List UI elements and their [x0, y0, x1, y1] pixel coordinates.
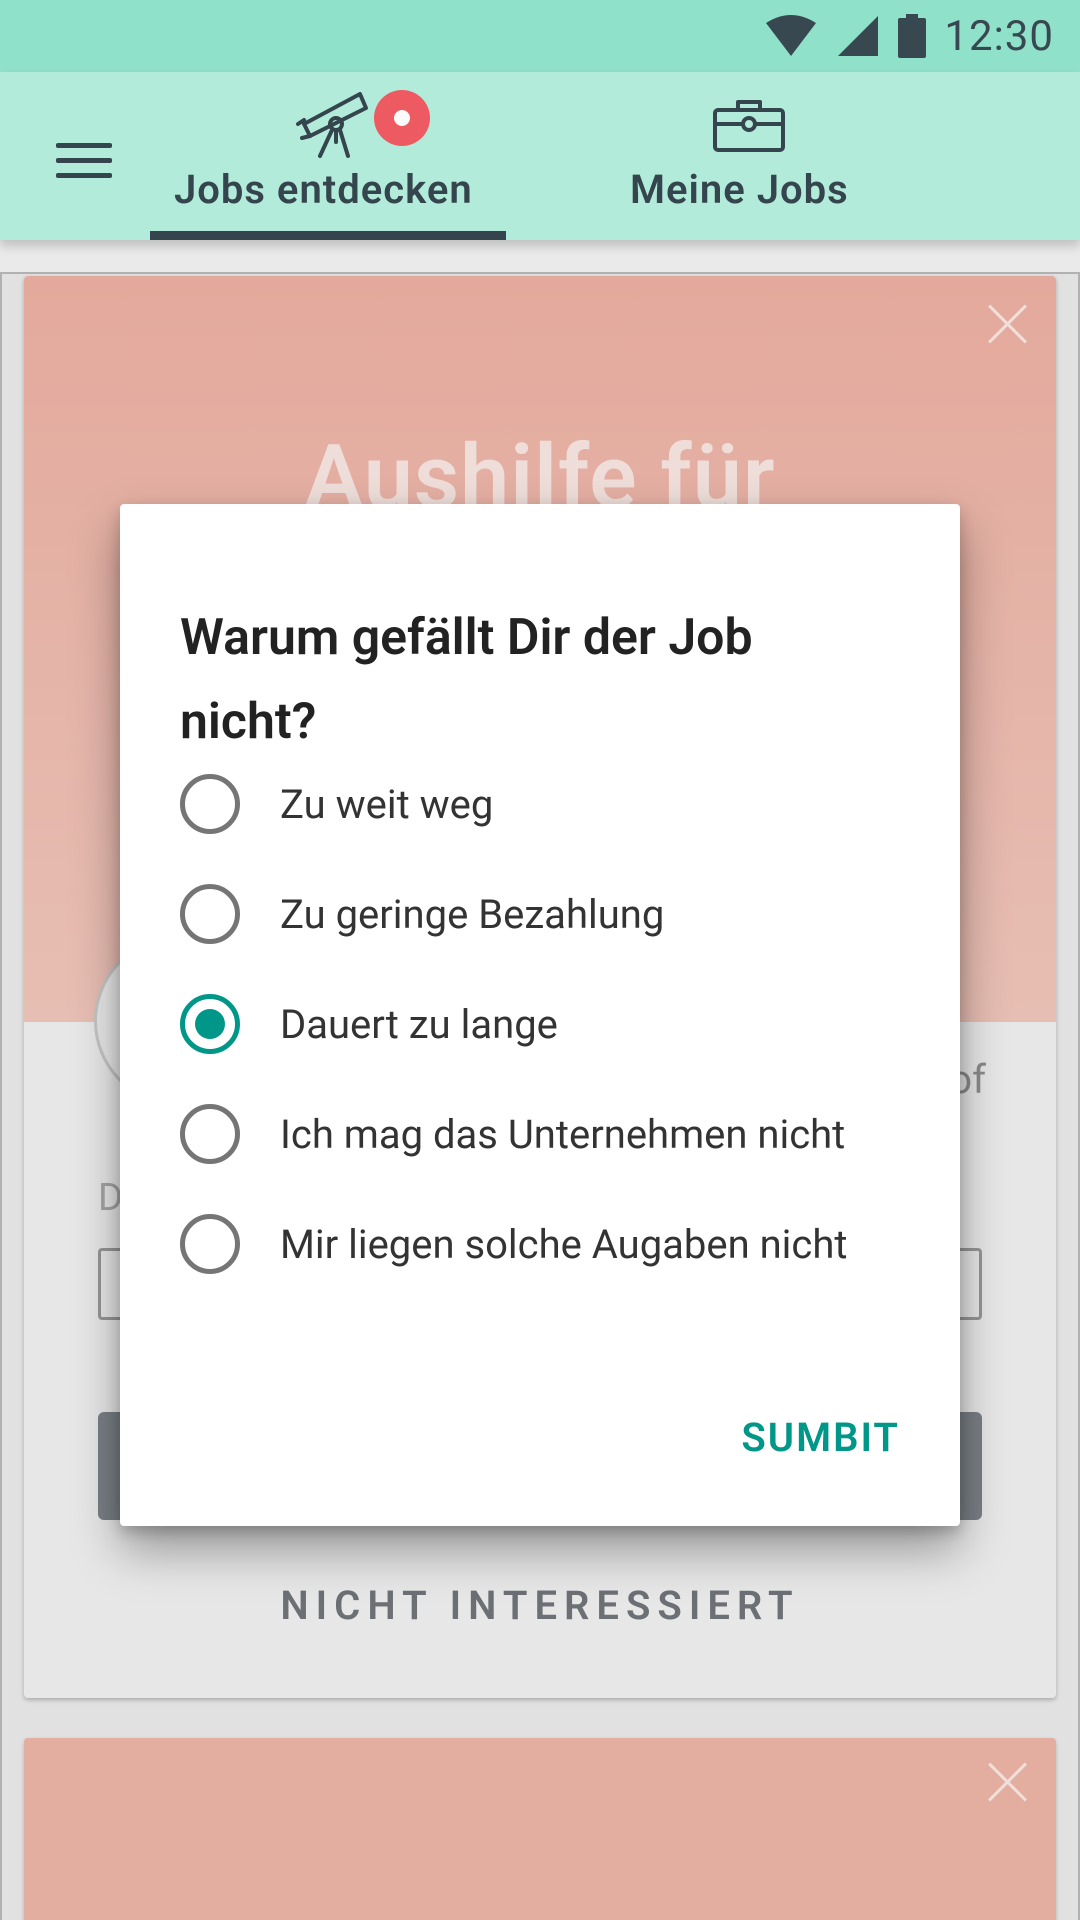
radio-option-zu-weit-weg[interactable]: Zu weit weg	[180, 759, 920, 849]
radio-option-label: Ich mag das Unternehmen nicht	[280, 1110, 846, 1158]
app-screen: 12:30 Jobs entdecken Meine Jobs Aushilfe…	[0, 0, 1080, 1920]
radio-option-dauert-zu-lange[interactable]: Dauert zu lange	[180, 979, 920, 1069]
radio-option-label: Dauert zu lange	[280, 1000, 558, 1048]
radio-option-label: Zu weit weg	[280, 780, 494, 828]
radio-option-unternehmen[interactable]: Ich mag das Unternehmen nicht	[180, 1089, 920, 1179]
radio-option-aufgaben[interactable]: Mir liegen solche Augaben nicht	[180, 1199, 920, 1289]
dialog-title: Warum gefällt Dir der Job nicht?	[180, 609, 753, 751]
radio-button-checked[interactable]	[180, 994, 240, 1054]
radio-button[interactable]	[180, 1214, 240, 1274]
feedback-dialog: Warum gefällt Dir der Job nicht? Zu weit…	[120, 504, 960, 1526]
radio-button[interactable]	[180, 1104, 240, 1164]
radio-option-zu-geringe-bezahlung[interactable]: Zu geringe Bezahlung	[180, 869, 920, 959]
radio-button[interactable]	[180, 884, 240, 944]
radio-button[interactable]	[180, 774, 240, 834]
submit-button[interactable]: SUMBIT	[741, 1404, 900, 1471]
radio-option-label: Zu geringe Bezahlung	[280, 890, 665, 938]
radio-option-label: Mir liegen solche Augaben nicht	[280, 1220, 848, 1268]
